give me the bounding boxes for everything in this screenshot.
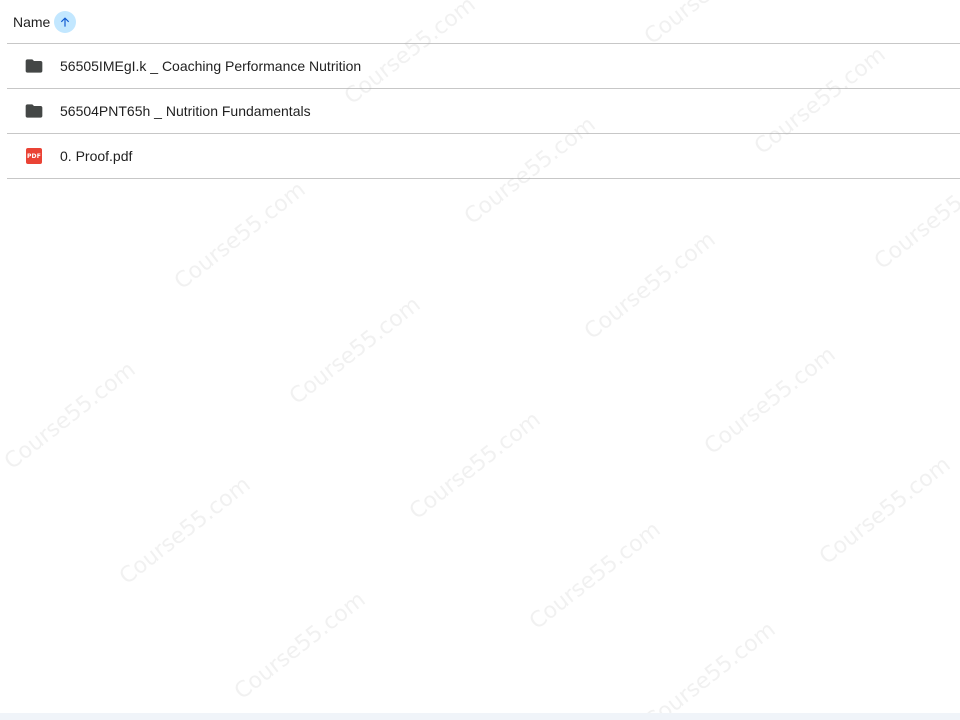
file-name: 56505IMEgI.k _ Coaching Performance Nutr…: [60, 58, 362, 74]
folder-icon: [23, 100, 45, 122]
arrow-up-icon: [61, 16, 70, 27]
pdf-badge: PDF: [26, 148, 42, 164]
footer-strip: [0, 713, 960, 720]
watermark-text: Course55.com: [0, 357, 141, 475]
watermark-text: Course55.com: [640, 617, 781, 720]
file-name: 56504PNT65h _ Nutrition Fundamentals: [60, 103, 311, 119]
watermark-text: Course55.com: [115, 472, 256, 590]
pdf-icon: PDF: [23, 145, 45, 167]
file-row-folder-coaching[interactable]: 56505IMEgI.k _ Coaching Performance Nutr…: [7, 44, 960, 89]
watermark-text: Course55.com: [700, 342, 841, 460]
sort-ascending-button[interactable]: [54, 10, 77, 33]
file-browser: Name 56505IMEgI.k _ Coaching Performance…: [0, 0, 960, 720]
name-column-header[interactable]: Name: [13, 14, 50, 30]
watermark-text: Course55.com: [525, 517, 666, 635]
watermark-text: Course55.com: [285, 292, 426, 410]
watermark-text: Course55.com: [405, 407, 546, 525]
folder-icon: [23, 55, 45, 77]
watermark-text: Course55.com: [170, 177, 311, 295]
file-name: 0. Proof.pdf: [60, 148, 133, 164]
watermark-text: Course55.com: [815, 452, 956, 570]
file-row-pdf-proof[interactable]: PDF 0. Proof.pdf: [7, 134, 960, 179]
watermark-text: Course55.com: [230, 587, 371, 705]
list-header: Name: [7, 0, 960, 44]
watermark-text: Course55.com: [580, 227, 721, 345]
file-row-folder-nutrition[interactable]: 56504PNT65h _ Nutrition Fundamentals: [7, 89, 960, 134]
file-list: 56505IMEgI.k _ Coaching Performance Nutr…: [7, 44, 960, 179]
